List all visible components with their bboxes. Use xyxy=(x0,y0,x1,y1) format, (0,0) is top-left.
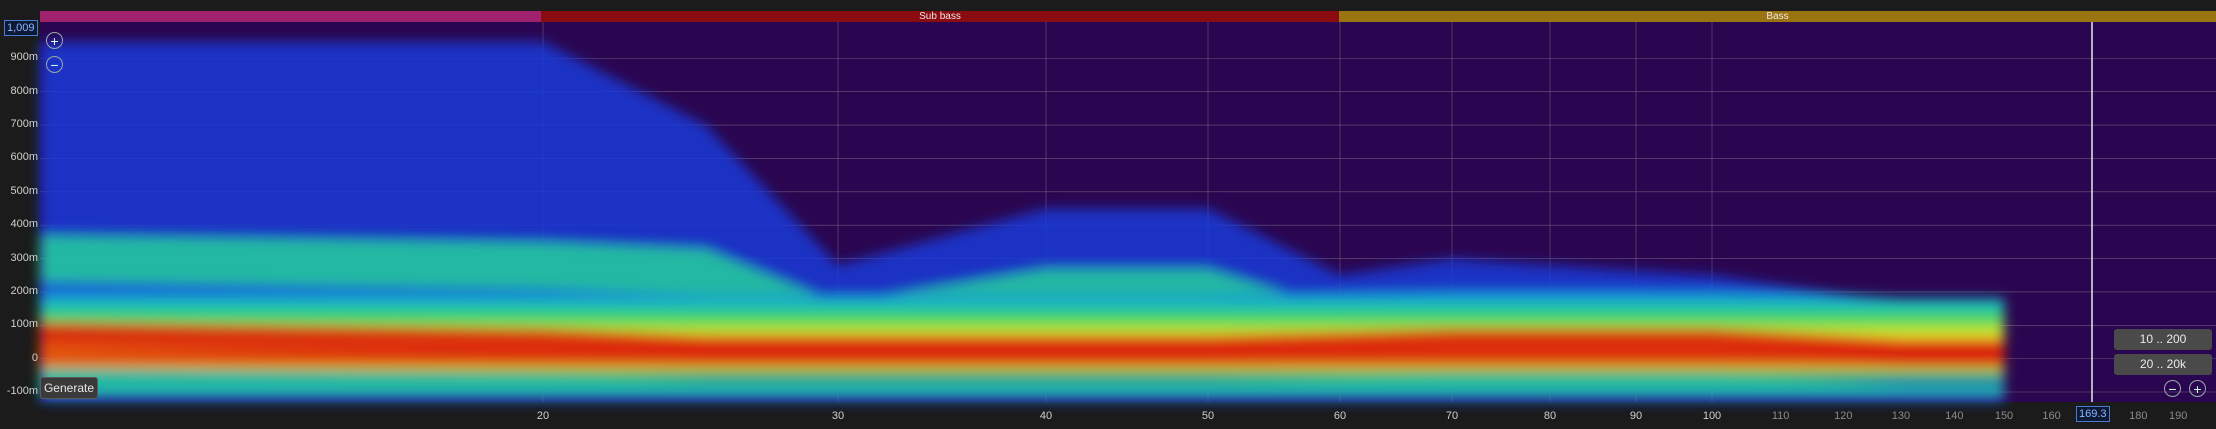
spectrogram-window: Sub bass Bass 1,009 169.3 900m 800m 700m 60… xyxy=(0,0,2216,429)
x-tick-label: 190 xyxy=(2169,410,2188,422)
x-tick-label: 20 xyxy=(536,410,550,422)
generate-button[interactable]: Generate xyxy=(40,377,98,399)
x-tick-label: 110 xyxy=(1771,410,1790,422)
band-sub-bass[interactable]: Sub bass xyxy=(541,11,1339,22)
x-tick-label: 60 xyxy=(1333,410,1347,422)
band-below-sub-bass xyxy=(40,11,541,22)
y-tick-label: 500m xyxy=(10,184,38,197)
zoom-in-icon[interactable]: + xyxy=(46,32,63,49)
zoom-out-icon[interactable]: − xyxy=(46,56,63,73)
y-tick-label: 300m xyxy=(10,251,38,264)
y-tick-label: -100m xyxy=(6,384,38,397)
x-tick-label: 90 xyxy=(1629,410,1643,422)
x-tick-label: 180 xyxy=(2129,410,2148,422)
range-20-20k-button[interactable]: 20 .. 20k xyxy=(2114,354,2212,375)
range-10-200-button[interactable]: 10 .. 200 xyxy=(2114,329,2212,350)
zoom-in-x-icon[interactable]: + xyxy=(2189,380,2206,397)
x-tick-label: 30 xyxy=(831,410,845,422)
x-tick-label: 150 xyxy=(1994,410,2014,422)
band-bass[interactable]: Bass xyxy=(1339,11,2216,22)
x-tick-label: 100 xyxy=(1702,410,1722,422)
x-tick-label: 50 xyxy=(1201,410,1215,422)
peak-ridge xyxy=(39,322,2004,365)
y-tick-label: 700m xyxy=(10,118,38,131)
x-tick-label: 140 xyxy=(1945,410,1964,422)
y-tick-label: 400m xyxy=(10,218,38,231)
x-tick-label: 40 xyxy=(1039,410,1053,422)
y-max-readout[interactable]: 1,009 xyxy=(4,20,38,36)
band-bass-label: Bass xyxy=(1766,11,1789,22)
y-tick-label: 200m xyxy=(10,284,38,297)
y-tick-label: 800m xyxy=(10,84,38,97)
band-sub-bass-label: Sub bass xyxy=(919,11,961,22)
x-tick-label: 130 xyxy=(1891,410,1911,422)
x-tick-label: 120 xyxy=(1834,410,1853,422)
y-tick-label: 900m xyxy=(10,51,38,64)
zoom-out-x-icon[interactable]: − xyxy=(2164,380,2181,397)
y-tick-label: 100m xyxy=(10,318,38,331)
x-tick-label: 70 xyxy=(1445,410,1459,422)
frequency-readout[interactable]: 169.3 xyxy=(2076,406,2110,422)
y-tick-label: 0 xyxy=(31,351,38,364)
y-tick-label: 600m xyxy=(10,151,38,164)
x-tick-label: 160 xyxy=(2042,410,2061,422)
spectrogram-plot[interactable] xyxy=(0,0,2216,429)
x-tick-label: 80 xyxy=(1543,410,1557,422)
